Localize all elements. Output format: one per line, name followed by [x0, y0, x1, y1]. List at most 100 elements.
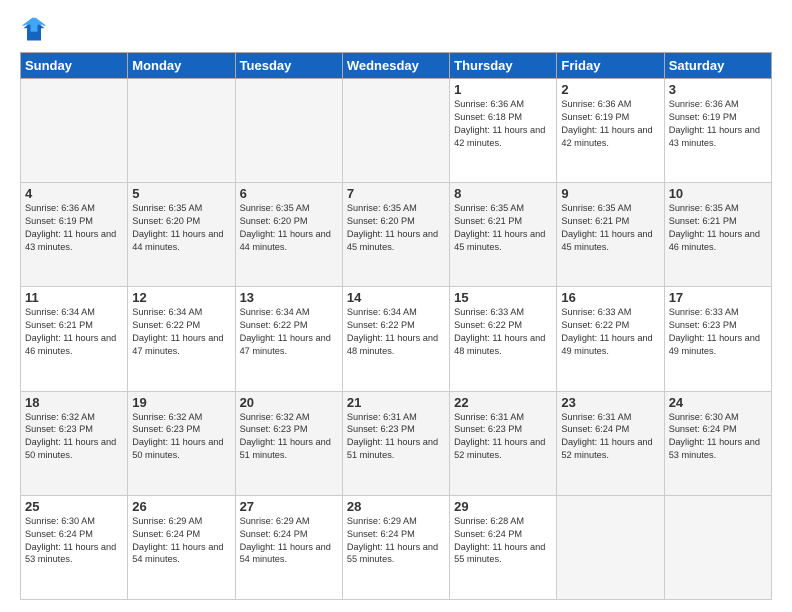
day-number: 3: [669, 82, 767, 97]
calendar-cell: 13Sunrise: 6:34 AMSunset: 6:22 PMDayligh…: [235, 287, 342, 391]
day-number: 17: [669, 290, 767, 305]
page: SundayMondayTuesdayWednesdayThursdayFrid…: [0, 0, 792, 612]
calendar-cell: 16Sunrise: 6:33 AMSunset: 6:22 PMDayligh…: [557, 287, 664, 391]
calendar-cell: 19Sunrise: 6:32 AMSunset: 6:23 PMDayligh…: [128, 391, 235, 495]
day-number: 6: [240, 186, 338, 201]
calendar-week-row: 11Sunrise: 6:34 AMSunset: 6:21 PMDayligh…: [21, 287, 772, 391]
calendar-cell: 10Sunrise: 6:35 AMSunset: 6:21 PMDayligh…: [664, 183, 771, 287]
day-number: 25: [25, 499, 123, 514]
day-number: 20: [240, 395, 338, 410]
day-info: Sunrise: 6:34 AMSunset: 6:21 PMDaylight:…: [25, 306, 123, 358]
calendar-week-row: 18Sunrise: 6:32 AMSunset: 6:23 PMDayligh…: [21, 391, 772, 495]
day-number: 27: [240, 499, 338, 514]
day-number: 10: [669, 186, 767, 201]
day-info: Sunrise: 6:32 AMSunset: 6:23 PMDaylight:…: [240, 411, 338, 463]
calendar-cell: 9Sunrise: 6:35 AMSunset: 6:21 PMDaylight…: [557, 183, 664, 287]
day-number: 13: [240, 290, 338, 305]
day-info: Sunrise: 6:31 AMSunset: 6:23 PMDaylight:…: [347, 411, 445, 463]
day-info: Sunrise: 6:30 AMSunset: 6:24 PMDaylight:…: [669, 411, 767, 463]
day-number: 2: [561, 82, 659, 97]
day-info: Sunrise: 6:29 AMSunset: 6:24 PMDaylight:…: [347, 515, 445, 567]
day-number: 11: [25, 290, 123, 305]
calendar-cell: 14Sunrise: 6:34 AMSunset: 6:22 PMDayligh…: [342, 287, 449, 391]
day-info: Sunrise: 6:35 AMSunset: 6:21 PMDaylight:…: [454, 202, 552, 254]
day-number: 8: [454, 186, 552, 201]
calendar-cell: [128, 79, 235, 183]
calendar-cell: 18Sunrise: 6:32 AMSunset: 6:23 PMDayligh…: [21, 391, 128, 495]
day-info: Sunrise: 6:33 AMSunset: 6:23 PMDaylight:…: [669, 306, 767, 358]
calendar-cell: 6Sunrise: 6:35 AMSunset: 6:20 PMDaylight…: [235, 183, 342, 287]
calendar-cell: 22Sunrise: 6:31 AMSunset: 6:23 PMDayligh…: [450, 391, 557, 495]
day-info: Sunrise: 6:35 AMSunset: 6:20 PMDaylight:…: [240, 202, 338, 254]
calendar-header-thursday: Thursday: [450, 53, 557, 79]
calendar-cell: [235, 79, 342, 183]
day-info: Sunrise: 6:36 AMSunset: 6:19 PMDaylight:…: [669, 98, 767, 150]
day-number: 21: [347, 395, 445, 410]
day-number: 9: [561, 186, 659, 201]
calendar-cell: 11Sunrise: 6:34 AMSunset: 6:21 PMDayligh…: [21, 287, 128, 391]
day-info: Sunrise: 6:36 AMSunset: 6:19 PMDaylight:…: [25, 202, 123, 254]
day-info: Sunrise: 6:28 AMSunset: 6:24 PMDaylight:…: [454, 515, 552, 567]
calendar-cell: 8Sunrise: 6:35 AMSunset: 6:21 PMDaylight…: [450, 183, 557, 287]
calendar-cell: 25Sunrise: 6:30 AMSunset: 6:24 PMDayligh…: [21, 495, 128, 599]
day-number: 24: [669, 395, 767, 410]
day-number: 23: [561, 395, 659, 410]
day-info: Sunrise: 6:33 AMSunset: 6:22 PMDaylight:…: [454, 306, 552, 358]
calendar-cell: 1Sunrise: 6:36 AMSunset: 6:18 PMDaylight…: [450, 79, 557, 183]
day-number: 26: [132, 499, 230, 514]
calendar-cell: 21Sunrise: 6:31 AMSunset: 6:23 PMDayligh…: [342, 391, 449, 495]
day-number: 12: [132, 290, 230, 305]
calendar-cell: 12Sunrise: 6:34 AMSunset: 6:22 PMDayligh…: [128, 287, 235, 391]
calendar-cell: [21, 79, 128, 183]
calendar-cell: [664, 495, 771, 599]
day-number: 5: [132, 186, 230, 201]
day-info: Sunrise: 6:32 AMSunset: 6:23 PMDaylight:…: [132, 411, 230, 463]
day-number: 1: [454, 82, 552, 97]
calendar-cell: [557, 495, 664, 599]
calendar-cell: [342, 79, 449, 183]
calendar-cell: 7Sunrise: 6:35 AMSunset: 6:20 PMDaylight…: [342, 183, 449, 287]
day-info: Sunrise: 6:34 AMSunset: 6:22 PMDaylight:…: [240, 306, 338, 358]
calendar-cell: 24Sunrise: 6:30 AMSunset: 6:24 PMDayligh…: [664, 391, 771, 495]
calendar-header-wednesday: Wednesday: [342, 53, 449, 79]
calendar-week-row: 1Sunrise: 6:36 AMSunset: 6:18 PMDaylight…: [21, 79, 772, 183]
calendar-cell: 28Sunrise: 6:29 AMSunset: 6:24 PMDayligh…: [342, 495, 449, 599]
calendar-cell: 4Sunrise: 6:36 AMSunset: 6:19 PMDaylight…: [21, 183, 128, 287]
day-info: Sunrise: 6:31 AMSunset: 6:24 PMDaylight:…: [561, 411, 659, 463]
day-info: Sunrise: 6:29 AMSunset: 6:24 PMDaylight:…: [132, 515, 230, 567]
day-info: Sunrise: 6:35 AMSunset: 6:20 PMDaylight:…: [347, 202, 445, 254]
calendar-cell: 2Sunrise: 6:36 AMSunset: 6:19 PMDaylight…: [557, 79, 664, 183]
day-info: Sunrise: 6:34 AMSunset: 6:22 PMDaylight:…: [132, 306, 230, 358]
calendar-header-sunday: Sunday: [21, 53, 128, 79]
day-number: 4: [25, 186, 123, 201]
logo-icon: [20, 16, 48, 44]
day-info: Sunrise: 6:36 AMSunset: 6:19 PMDaylight:…: [561, 98, 659, 150]
calendar-cell: 20Sunrise: 6:32 AMSunset: 6:23 PMDayligh…: [235, 391, 342, 495]
header: [20, 16, 772, 44]
calendar-cell: 23Sunrise: 6:31 AMSunset: 6:24 PMDayligh…: [557, 391, 664, 495]
day-number: 15: [454, 290, 552, 305]
day-number: 19: [132, 395, 230, 410]
day-number: 14: [347, 290, 445, 305]
logo: [20, 16, 52, 44]
calendar-cell: 15Sunrise: 6:33 AMSunset: 6:22 PMDayligh…: [450, 287, 557, 391]
calendar-header-row: SundayMondayTuesdayWednesdayThursdayFrid…: [21, 53, 772, 79]
day-number: 22: [454, 395, 552, 410]
day-info: Sunrise: 6:30 AMSunset: 6:24 PMDaylight:…: [25, 515, 123, 567]
calendar-week-row: 4Sunrise: 6:36 AMSunset: 6:19 PMDaylight…: [21, 183, 772, 287]
calendar-header-tuesday: Tuesday: [235, 53, 342, 79]
calendar-cell: 26Sunrise: 6:29 AMSunset: 6:24 PMDayligh…: [128, 495, 235, 599]
day-number: 7: [347, 186, 445, 201]
calendar-header-friday: Friday: [557, 53, 664, 79]
day-number: 18: [25, 395, 123, 410]
day-number: 16: [561, 290, 659, 305]
day-info: Sunrise: 6:33 AMSunset: 6:22 PMDaylight:…: [561, 306, 659, 358]
calendar-cell: 3Sunrise: 6:36 AMSunset: 6:19 PMDaylight…: [664, 79, 771, 183]
calendar: SundayMondayTuesdayWednesdayThursdayFrid…: [20, 52, 772, 600]
calendar-cell: 29Sunrise: 6:28 AMSunset: 6:24 PMDayligh…: [450, 495, 557, 599]
day-info: Sunrise: 6:32 AMSunset: 6:23 PMDaylight:…: [25, 411, 123, 463]
calendar-cell: 5Sunrise: 6:35 AMSunset: 6:20 PMDaylight…: [128, 183, 235, 287]
day-number: 28: [347, 499, 445, 514]
calendar-cell: 27Sunrise: 6:29 AMSunset: 6:24 PMDayligh…: [235, 495, 342, 599]
day-info: Sunrise: 6:34 AMSunset: 6:22 PMDaylight:…: [347, 306, 445, 358]
